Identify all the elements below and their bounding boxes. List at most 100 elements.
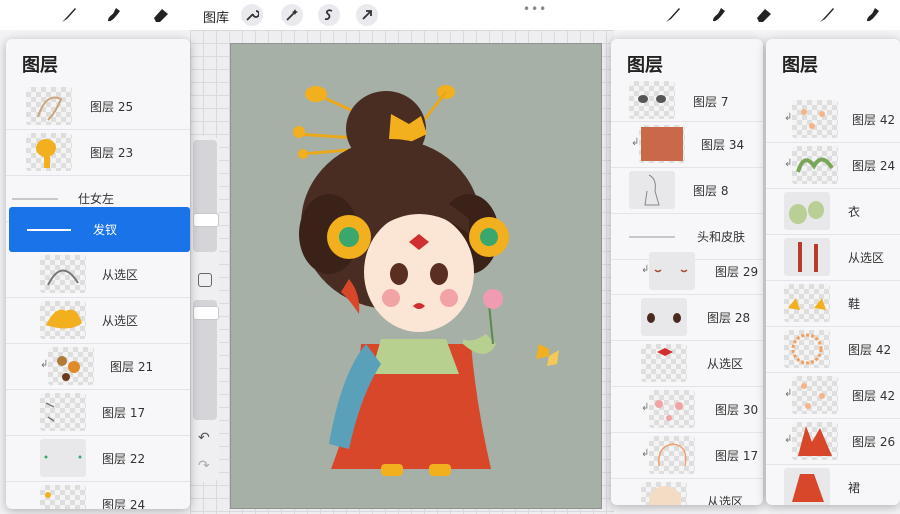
- layer-label: 图层 34: [701, 138, 745, 152]
- layer-label: 从选区: [102, 268, 139, 282]
- layer-row[interactable]: 图层 17: [6, 390, 190, 436]
- panel-title: 图层: [627, 55, 663, 76]
- layer-row[interactable]: ↲ 图层 42: [766, 373, 900, 419]
- layer-label: 鞋: [848, 297, 861, 311]
- layer-row[interactable]: ↲ 图层 24: [766, 143, 900, 189]
- layer-row[interactable]: ↲ 图层 30: [611, 387, 763, 433]
- undo-icon[interactable]: ↶: [198, 430, 210, 446]
- group-indicator: [12, 198, 58, 200]
- layer-row[interactable]: 裙: [766, 465, 900, 505]
- layer-label: 从选区: [707, 495, 744, 505]
- layer-thumbnail: [792, 376, 838, 414]
- layer-label: 图层 29: [715, 265, 759, 279]
- layer-thumbnail: [40, 301, 86, 339]
- layer-label: 图层 42: [852, 113, 896, 127]
- layer-row[interactable]: ↲ 图层 17: [611, 433, 763, 479]
- layer-thumbnail: [641, 482, 687, 505]
- layer-thumbnail: [792, 422, 838, 460]
- layer-label: 头和皮肤: [697, 230, 746, 244]
- layer-row[interactable]: ↲ 图层 42: [766, 97, 900, 143]
- layer-row[interactable]: 衣: [766, 189, 900, 235]
- panel-title: 图层: [22, 55, 58, 76]
- layer-row[interactable]: 鞋: [766, 281, 900, 327]
- smudge-icon[interactable]: [710, 6, 728, 24]
- layer-label: 图层 8: [693, 184, 729, 198]
- eraser-icon[interactable]: [755, 6, 773, 24]
- group-indicator: [629, 236, 675, 238]
- layers-panel-2: 图层 图层 7 ↲ 图层 34 图层 8 头和皮肤 ↲ 图层 29 图层 28: [611, 39, 763, 505]
- layer-label: 图层 17: [102, 406, 146, 420]
- layer-row[interactable]: 图层 28: [611, 295, 763, 341]
- layer-thumbnail: [784, 468, 830, 505]
- artboard[interactable]: [230, 43, 602, 509]
- hair-flower-left: [327, 215, 371, 259]
- gallery-button[interactable]: 图库: [203, 7, 229, 26]
- layer-row[interactable]: 图层 7: [611, 81, 763, 122]
- layer-thumbnail: [649, 436, 695, 474]
- layer-thumbnail: [784, 238, 830, 276]
- layer-row[interactable]: 图层 25: [6, 84, 190, 130]
- layer-thumbnail: [40, 485, 86, 509]
- layer-label: 图层 26: [852, 435, 896, 449]
- butterfly: [536, 344, 559, 366]
- layer-row[interactable]: 图层 8: [611, 168, 763, 214]
- layer-label: 图层 30: [715, 403, 759, 417]
- eraser-icon[interactable]: [152, 6, 170, 24]
- magic-wand-icon[interactable]: [281, 4, 303, 26]
- layer-row[interactable]: 图层 22: [6, 436, 190, 482]
- smudge-icon[interactable]: [864, 6, 882, 24]
- layer-thumbnail: [641, 298, 687, 336]
- layer-label: 图层 42: [852, 389, 896, 403]
- opacity-knob[interactable]: [193, 306, 219, 320]
- transform-arrow-icon[interactable]: [356, 4, 378, 26]
- top-toolbar: 图库 •••: [0, 0, 900, 30]
- smudge-icon[interactable]: [105, 6, 123, 24]
- layer-group-row-selected[interactable]: 发钗: [9, 207, 190, 252]
- layer-thumbnail: [784, 284, 830, 322]
- layers-panel-3: 图层 ↲ 图层 42 ↲ 图层 24 衣 从选区 鞋 图层 42 ↲ 图层 42…: [766, 39, 900, 505]
- layer-label: 图层 25: [90, 100, 134, 114]
- panel-title: 图层: [782, 55, 818, 76]
- layer-thumbnail: [649, 390, 695, 428]
- layer-row[interactable]: ↲ 图层 34: [611, 122, 763, 168]
- brush-icon[interactable]: [818, 6, 836, 24]
- layer-label: 图层 42: [848, 343, 892, 357]
- layer-row[interactable]: ↲ 图层 21: [6, 344, 190, 390]
- hair-flower-right: [469, 217, 509, 257]
- layer-thumbnail: [26, 133, 72, 171]
- layer-label: 仕女左: [78, 192, 115, 206]
- layer-thumbnail: [629, 171, 675, 209]
- layer-label: 发钗: [93, 223, 118, 237]
- layer-label: 图层 21: [110, 360, 154, 374]
- layer-row[interactable]: 从选区: [6, 298, 190, 344]
- layer-thumbnail: [792, 146, 838, 184]
- redo-icon[interactable]: ↷: [198, 458, 210, 474]
- layer-row[interactable]: ↲ 图层 26: [766, 419, 900, 465]
- selection-icon[interactable]: [318, 4, 340, 26]
- layers-panel-1: 图层 图层 25 图层 23 仕女左 发钗 从选区 从选区 ↲ 图层 21 图层…: [6, 39, 190, 509]
- layer-label: 图层 23: [90, 146, 134, 160]
- layer-row[interactable]: 图层 42: [766, 327, 900, 373]
- group-indicator: [27, 229, 71, 231]
- layer-row[interactable]: 从选区: [611, 341, 763, 387]
- layer-label: 图层 17: [715, 449, 759, 463]
- layer-row[interactable]: ↲ 图层 29: [611, 249, 763, 295]
- layer-row[interactable]: 从选区: [6, 252, 190, 298]
- brush-icon[interactable]: [664, 6, 682, 24]
- more-dots-icon[interactable]: •••: [523, 2, 547, 16]
- layer-thumbnail: [26, 87, 72, 125]
- brush-size-knob[interactable]: [193, 213, 219, 227]
- brush-size-slider[interactable]: [193, 140, 217, 252]
- layer-thumbnail: [48, 347, 94, 385]
- layer-row[interactable]: 图层 23: [6, 130, 190, 176]
- brush-icon[interactable]: [60, 6, 78, 24]
- layer-label: 图层 22: [102, 452, 146, 466]
- layer-thumbnail: [649, 252, 695, 290]
- layer-label: 从选区: [848, 251, 885, 265]
- modify-button[interactable]: [198, 273, 212, 287]
- layer-row[interactable]: 从选区: [766, 235, 900, 281]
- wrench-icon[interactable]: [241, 4, 263, 26]
- layer-row[interactable]: 从选区: [611, 479, 763, 505]
- layer-row[interactable]: 图层 24: [6, 482, 190, 509]
- layer-thumbnail: [784, 192, 830, 230]
